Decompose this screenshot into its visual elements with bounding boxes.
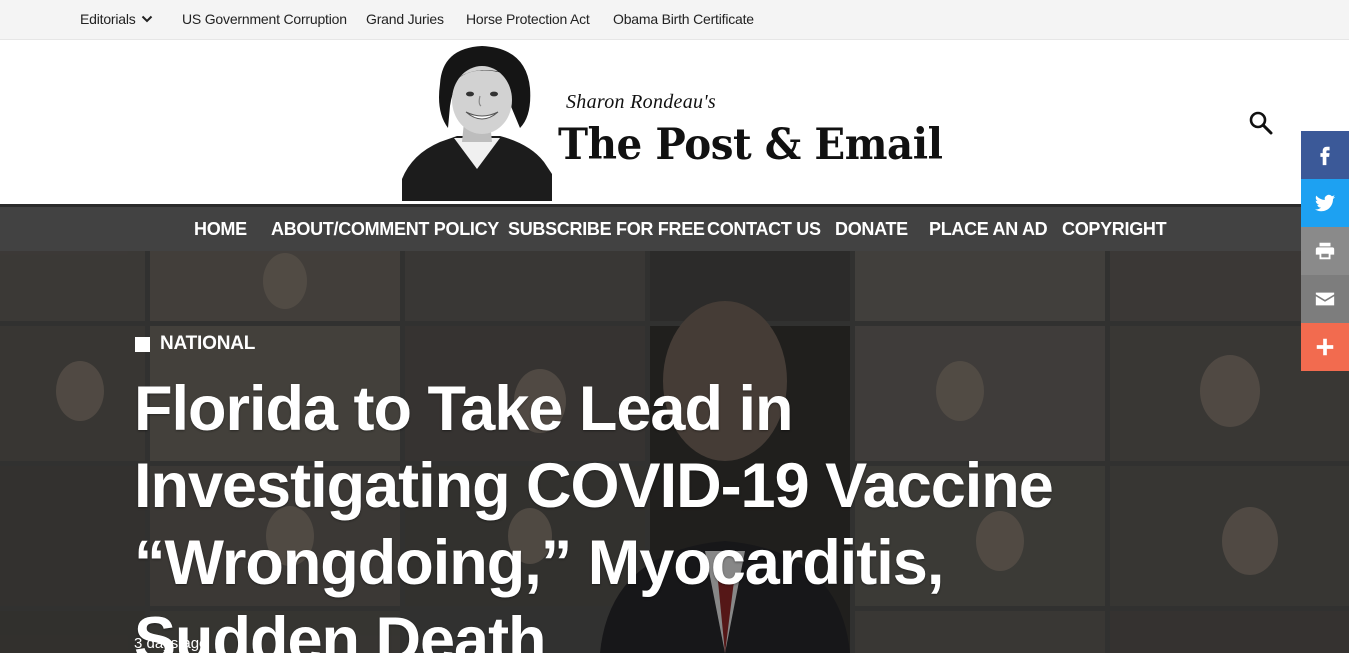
site-wordmark: The Post & Email bbox=[558, 120, 943, 170]
top-utility-bar: Editorials US Government Corruption Gran… bbox=[0, 0, 1349, 40]
nav-item-copyright[interactable]: COPYRIGHT bbox=[1062, 219, 1167, 240]
topbar-item-us-government-corruption[interactable]: US Government Corruption bbox=[182, 11, 347, 27]
topbar-item-grand-juries[interactable]: Grand Juries bbox=[366, 11, 444, 27]
email-share-button[interactable] bbox=[1301, 275, 1349, 323]
more-icon bbox=[1316, 338, 1334, 356]
facebook-share-button[interactable] bbox=[1301, 131, 1349, 179]
topbar-item-obama-birth-certificate[interactable]: Obama Birth Certificate bbox=[613, 11, 754, 27]
category-link[interactable]: NATIONAL bbox=[135, 333, 255, 355]
print-icon bbox=[1315, 242, 1335, 260]
more-share-button[interactable] bbox=[1301, 323, 1349, 371]
portrait-image bbox=[402, 44, 552, 201]
category-square-icon bbox=[135, 336, 150, 352]
nav-item-subscribe[interactable]: SUBSCRIBE FOR FREE bbox=[508, 219, 705, 240]
twitter-share-button[interactable] bbox=[1301, 179, 1349, 227]
nav-item-donate[interactable]: DONATE bbox=[835, 219, 908, 240]
masthead: Sharon Rondeau's The Post & Email bbox=[0, 40, 1349, 204]
chevron-down-icon bbox=[141, 15, 152, 23]
topbar-item-editorials[interactable]: Editorials bbox=[80, 11, 153, 27]
nav-item-place-an-ad[interactable]: PLACE AN AD bbox=[929, 219, 1048, 240]
category-label: NATIONAL bbox=[160, 333, 256, 354]
article-headline[interactable]: Florida to Take Lead in Investigating CO… bbox=[134, 371, 1134, 653]
facebook-icon bbox=[1320, 146, 1330, 166]
hero-article: NATIONAL Florida to Take Lead in Investi… bbox=[0, 251, 1349, 653]
nav-item-contact-us[interactable]: CONTACT US bbox=[707, 219, 821, 240]
nav-item-home[interactable]: HOME bbox=[194, 219, 247, 240]
site-tagline: Sharon Rondeau's bbox=[566, 91, 716, 113]
article-timestamp: 3 days ago bbox=[134, 635, 208, 652]
share-rail bbox=[1301, 131, 1349, 371]
topbar-item-horse-protection-act[interactable]: Horse Protection Act bbox=[466, 11, 590, 27]
main-nav: HOME ABOUT/COMMENT POLICY SUBSCRIBE FOR … bbox=[0, 204, 1349, 251]
nav-item-about-comment-policy[interactable]: ABOUT/COMMENT POLICY bbox=[271, 219, 499, 240]
search-icon[interactable] bbox=[1248, 110, 1274, 136]
print-button[interactable] bbox=[1301, 227, 1349, 275]
topbar-item-label: Editorials bbox=[80, 11, 136, 27]
email-icon bbox=[1315, 292, 1335, 306]
twitter-icon bbox=[1314, 194, 1336, 212]
